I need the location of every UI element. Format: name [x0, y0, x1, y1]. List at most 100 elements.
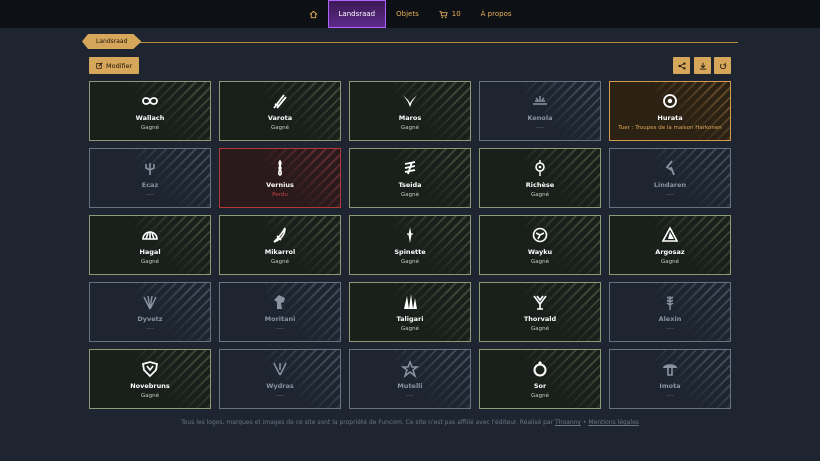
house-card[interactable]: Lindaren ---- [609, 148, 731, 208]
nav-landsraad[interactable]: Landsraad [327, 0, 387, 28]
house-card[interactable]: Sor Gagné [479, 349, 601, 409]
house-card[interactable]: Hagal Gagné [89, 215, 211, 275]
download-icon [699, 62, 706, 69]
cup-icon [531, 293, 549, 311]
house-card[interactable]: Vernius Perdu [219, 148, 341, 208]
house-status: Gagné [401, 326, 419, 332]
house-name: Kenola [527, 114, 553, 122]
house-name: Lindaren [653, 181, 687, 189]
home-icon [309, 10, 317, 18]
house-card[interactable]: Mutelli ---- [349, 349, 471, 409]
flame-icon [271, 159, 289, 177]
house-name: Wayku [527, 248, 553, 256]
house-card[interactable]: Varota Gagné [219, 81, 341, 141]
house-status: Gagné [661, 259, 679, 265]
eye-icon [661, 92, 679, 110]
reset-icon [719, 62, 726, 69]
breadcrumb: Landsraad [82, 34, 141, 49]
house-status: Gagné [531, 326, 549, 332]
download-button[interactable] [694, 57, 711, 74]
knot-icon [141, 92, 159, 110]
house-status: ---- [666, 192, 674, 198]
house-status: Gagné [271, 259, 289, 265]
share-button[interactable] [673, 57, 690, 74]
house-status: Tuer : Troupes de la maison Harkonen [618, 125, 722, 131]
nav-about-label: À propos [480, 10, 512, 18]
nav-cart[interactable]: 10 [429, 0, 471, 28]
house-name: Moritani [264, 315, 296, 323]
house-status: Perdu [272, 192, 288, 198]
triangle-icon [661, 226, 679, 244]
star-icon [400, 359, 420, 379]
house-card[interactable]: Maros Gagné [349, 81, 471, 141]
house-card[interactable]: Ecaz ---- [89, 148, 211, 208]
cart-count: 10 [451, 10, 461, 18]
edit-button[interactable]: Modifier [89, 57, 140, 74]
house-name: Thorvald [523, 315, 557, 323]
house-name: Alexin [658, 315, 682, 323]
house-card[interactable]: Wallach Gagné [89, 81, 211, 141]
legal-link[interactable]: Mentions légales [588, 419, 639, 426]
nav-objets-label: Objets [396, 10, 419, 18]
house-name: Tseida [398, 181, 422, 189]
house-name: Mutelli [397, 382, 423, 390]
house-card[interactable]: Wayku Gagné [479, 215, 601, 275]
house-name: Dyvetz [137, 315, 163, 323]
footer-separator: • [582, 419, 587, 426]
houses-grid: Wallach Gagné Varota Gagné Maros Gagné Kenola -… [89, 81, 731, 409]
house-name: Argosaz [655, 248, 685, 256]
blades-icon [271, 92, 289, 110]
house-name: Hurata [657, 114, 683, 122]
nav-objets[interactable]: Objets [386, 0, 429, 28]
main-nav: Landsraad Objets 10 À propos [0, 0, 820, 28]
house-card[interactable]: Moritani ---- [219, 282, 341, 342]
house-status: Gagné [271, 125, 289, 131]
house-card[interactable]: Hurata Tuer : Troupes de la maison Harkon… [609, 81, 731, 141]
house-card[interactable]: Tseida Gagné [349, 148, 471, 208]
house-status: ---- [146, 192, 154, 198]
house-name: Ecaz [141, 181, 159, 189]
nav-about[interactable]: À propos [471, 0, 522, 28]
house-status: Gagné [531, 192, 549, 198]
lantern-icon [531, 159, 549, 177]
house-name: Taligari [396, 315, 424, 323]
house-card[interactable]: Wydras ---- [219, 349, 341, 409]
house-card[interactable]: Thorvald Gagné [479, 282, 601, 342]
ship-icon [271, 226, 289, 244]
house-card[interactable]: Novebruns Gagné [89, 349, 211, 409]
house-status: Gagné [141, 393, 159, 399]
house-name: Imota [659, 382, 681, 390]
house-card[interactable]: Taligari Gagné [349, 282, 471, 342]
ring-icon [531, 360, 549, 378]
house-name: Sor [533, 382, 547, 390]
footer-text: Tous les logos, marques et images de ce … [181, 419, 554, 426]
reset-button[interactable] [714, 57, 731, 74]
house-card[interactable]: Imota ---- [609, 349, 731, 409]
house-card[interactable]: Dyvetz ---- [89, 282, 211, 342]
wheat-icon [661, 293, 679, 311]
needle-icon [401, 226, 419, 244]
house-name: Novebruns [130, 382, 170, 390]
home-link[interactable] [299, 0, 328, 28]
house-status: Gagné [401, 259, 419, 265]
house-status: Gagné [401, 125, 419, 131]
house-card[interactable]: Kenola ---- [479, 81, 601, 141]
house-card[interactable]: Mikarrol Gagné [219, 215, 341, 275]
mushroom-icon [661, 360, 679, 378]
house-card[interactable]: Richèse Gagné [479, 148, 601, 208]
house-status: ---- [536, 125, 544, 131]
house-name: Richèse [525, 181, 555, 189]
house-name: Maros [398, 114, 422, 122]
house-card[interactable]: Spinette Gagné [349, 215, 471, 275]
house-status: ---- [666, 393, 674, 399]
edit-icon [96, 62, 103, 69]
author-link[interactable]: Thoanny [555, 419, 581, 426]
horse-icon [271, 293, 289, 311]
share-icon [677, 61, 686, 70]
house-status: ---- [666, 326, 674, 332]
house-card[interactable]: Alexin ---- [609, 282, 731, 342]
house-card[interactable]: Argosaz Gagné [609, 215, 731, 275]
breadcrumb-line [88, 42, 738, 43]
house-name: Mikarrol [264, 248, 296, 256]
house-status: ---- [146, 326, 154, 332]
